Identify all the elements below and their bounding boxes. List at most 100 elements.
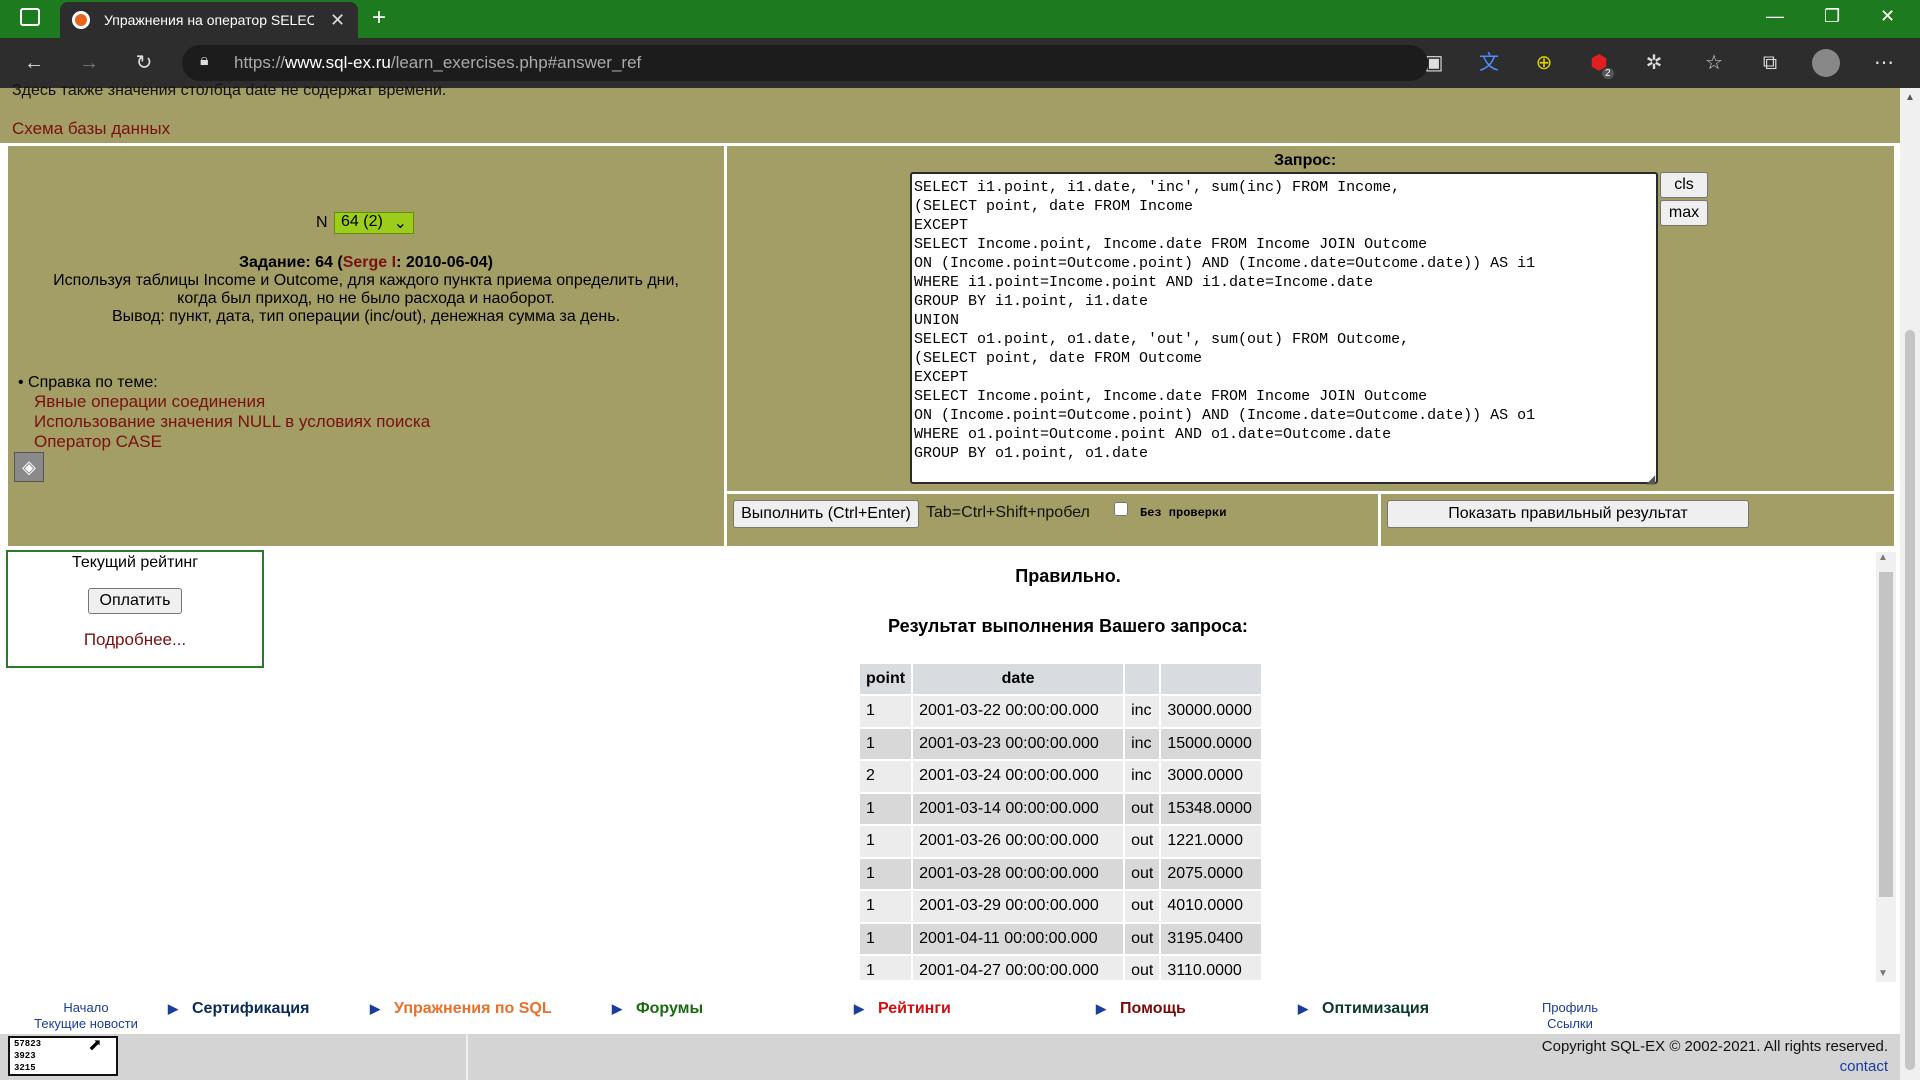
run-query-button[interactable]: Выполнить (Ctrl+Enter) [733,500,919,528]
pay-button[interactable]: Оплатить [88,588,182,614]
scroll-up-icon[interactable]: ▲ [1878,552,1888,563]
help-link-case[interactable]: Оператор CASE [34,432,162,452]
exercise-note: Здесь также значения столбца date не сод… [12,82,447,99]
extension-plus-icon[interactable]: ⊕ [1530,49,1558,77]
tab-actions-icon[interactable] [20,8,40,26]
translate-icon[interactable]: 文 [1475,49,1503,77]
exercise-select[interactable]: 64 (2) ⌄ [334,212,414,234]
caret-right-icon: ▶ [1298,1001,1308,1016]
caret-right-icon: ▶ [1096,1001,1106,1016]
diamond-nav-icon[interactable]: ◈ [14,452,44,482]
page-scroll-up-icon[interactable]: ▲ [1905,92,1915,103]
address-bar[interactable]: 🔒︎ https://www.sql-ex.ru/learn_exercises… [182,45,1428,81]
nav-ratings[interactable]: ▶ Рейтинги [854,1000,951,1018]
profile-avatar-icon[interactable] [1812,49,1840,77]
forward-icon[interactable]: → [75,49,103,77]
table-cell: 1 [860,858,912,889]
restore-icon[interactable]: ❐ [1824,6,1840,27]
table-row: 1 2001-03-26 00:00:00.000 out 1221.0000 [860,826,1262,857]
favorites-icon[interactable]: ☆ [1700,49,1728,77]
table-cell: 2 [860,761,912,792]
footer-bar: 57823 3923 3215 ⬈ Copyright SQL-EX © 200… [0,1034,1900,1080]
table-row: 1 2001-03-14 00:00:00.000 out 15348.0000 [860,793,1262,824]
caret-right-icon: ▶ [370,1001,380,1016]
results-scrollbar[interactable]: ▲ ▼ [1876,552,1896,982]
visit-counter: 57823 3923 3215 ⬈ [8,1036,118,1076]
tab-hint: Tab=Ctrl+Shift+пробел [926,504,1090,521]
nav-sql-exercises[interactable]: ▶ Упражнения по SQL [370,1000,552,1018]
result-controls: Показать правильный результат [1381,494,1894,546]
url-text: https://www.sql-ex.ru/learn_exercises.ph… [234,53,642,72]
table-cell: 15000.0000 [1161,728,1262,759]
nav-optimization[interactable]: ▶ Оптимизация [1298,1000,1429,1018]
reload-icon[interactable]: ↻ [130,49,158,77]
max-button[interactable]: max [1660,200,1708,226]
cls-button[interactable]: cls [1660,172,1708,198]
extensions-icon[interactable]: ✲ [1640,49,1668,77]
table-cell: 2001-03-14 00:00:00.000 [913,793,1124,824]
table-cell: out [1125,891,1160,922]
close-tab-icon[interactable]: ✕ [330,10,345,31]
schema-link[interactable]: Схема базы данных [12,119,170,139]
table-cell: 30000.0000 [1161,696,1262,727]
table-cell: 2001-03-23 00:00:00.000 [913,728,1124,759]
minimize-icon[interactable]: — [1766,6,1784,27]
resize-handle-icon[interactable]: ◢ [1646,472,1655,486]
back-icon[interactable]: ← [20,49,48,77]
help-link-null[interactable]: Использование значения NULL в условиях п… [34,412,430,432]
links-link[interactable]: Ссылки [1510,1016,1630,1032]
tab-title: Упражнения на оператор SELEC [104,12,314,28]
table-cell: 2001-03-29 00:00:00.000 [913,891,1124,922]
collections-icon[interactable]: ⧉ [1756,49,1784,77]
exercise-panel: N 64 (2) ⌄ Задание: 64 (Serge I: 2010-06… [8,146,724,546]
news-link[interactable]: Текущие новости [26,1016,146,1032]
table-row: 1 2001-03-29 00:00:00.000 out 4010.0000 [860,891,1262,922]
table-cell: 3000.0000 [1161,761,1262,792]
result-table: point date 1 2001-03-22 00:00:00.000 inc 300… [858,662,1263,980]
table-row: 1 2001-03-22 00:00:00.000 inc 30000.0000 [860,696,1262,727]
no-check-checkbox[interactable] [1114,502,1128,516]
more-menu-icon[interactable]: ⋯ [1870,49,1898,77]
table-cell: inc [1125,696,1160,727]
show-correct-result-button[interactable]: Показать правильный результат [1387,500,1749,528]
footer-nav: Начало Текущие новости ▶ Сертификация ▶ Уп… [0,996,1900,1032]
table-cell: 15348.0000 [1161,793,1262,824]
close-window-icon[interactable]: ✕ [1880,6,1895,27]
help-link-joins[interactable]: Явные операции соединения [34,392,265,412]
rating-title: Текущий рейтинг [71,554,199,571]
extension-badge: 2 [1602,68,1614,79]
query-editor[interactable]: SELECT i1.point, i1.date, 'inc', sum(inc… [910,172,1658,484]
table-cell: out [1125,956,1160,980]
browser-titlebar: Упражнения на оператор SELEC ✕ + — ❐ ✕ [0,0,1920,38]
no-check-label: Без проверки [1140,506,1227,520]
more-link[interactable]: Подробнее... [8,630,262,650]
nav-forums[interactable]: ▶ Форумы [612,1000,703,1018]
scroll-down-icon[interactable]: ▼ [1878,968,1888,979]
page-scroll-thumb[interactable] [1905,330,1915,1070]
site-favicon-icon [72,11,90,29]
nav-help[interactable]: ▶ Помощь [1096,1000,1186,1018]
results-scroll-thumb[interactable] [1879,572,1893,897]
contact-link[interactable]: contact [1840,1058,1888,1075]
profile-link[interactable]: Профиль [1510,1000,1630,1016]
footer-divider [466,1034,468,1080]
table-row: 2 2001-03-24 00:00:00.000 inc 3000.0000 [860,761,1262,792]
table-cell: 3110.0000 [1161,956,1262,980]
table-cell: 1 [860,793,912,824]
result-table-header: point date [860,664,1262,694]
exercise-number-label: N [316,214,328,231]
table-cell: inc [1125,728,1160,759]
browser-tab[interactable]: Упражнения на оператор SELEC ✕ [60,2,358,38]
help-title: • Справка по теме: [18,374,158,391]
top-band: Здесь также значения столбца date не сод… [0,82,1900,143]
home-link[interactable]: Начало [26,1000,146,1016]
table-cell: out [1125,793,1160,824]
query-label: Запрос: [1274,152,1337,169]
table-row: 1 2001-04-11 00:00:00.000 out 3195.0400 [860,923,1262,954]
task-title: Задание: 64 (Serge I: 2010-06-04) [238,254,494,271]
task-author-link[interactable]: Serge I [343,254,396,271]
table-cell: 2001-03-26 00:00:00.000 [913,826,1124,857]
new-tab-icon[interactable]: + [372,4,386,32]
nav-certification[interactable]: ▶ Сертификация [168,1000,309,1018]
table-cell: inc [1125,761,1160,792]
